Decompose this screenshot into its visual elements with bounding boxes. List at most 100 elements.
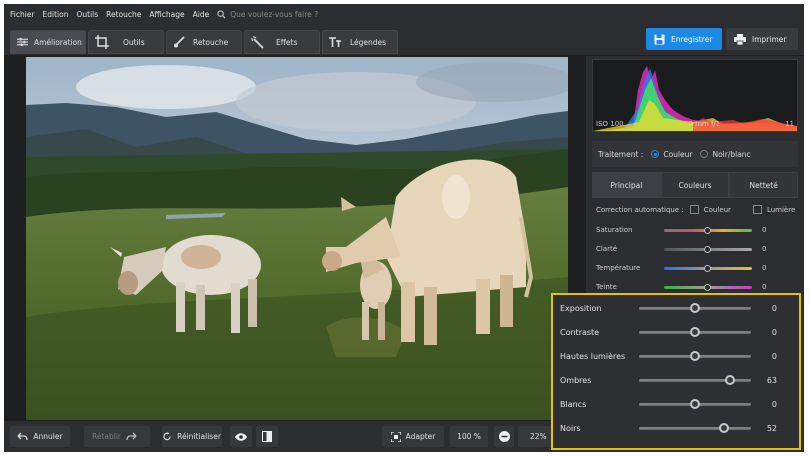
menu-fichier[interactable]: Fichier	[10, 10, 35, 19]
exif-iso: ISO 100	[596, 120, 624, 128]
ombres-knob[interactable]	[725, 375, 736, 385]
redo-label: Rétablir	[91, 432, 122, 441]
traitement-row: Traitement : Couleur Noir/blanc	[592, 141, 798, 167]
print-button-label: Imprimer	[752, 34, 787, 44]
exif-lens: 0 mm f/1	[688, 120, 721, 128]
ombres-label: Ombres	[560, 375, 592, 385]
blancs-slider[interactable]: Blancs 0	[553, 394, 799, 414]
menu-edition[interactable]: Edition	[43, 10, 69, 19]
undo-label: Annuler	[33, 432, 63, 441]
tab-effets[interactable]: Effets	[244, 30, 320, 54]
search-box[interactable]: Que voulez-vous faire ?	[217, 10, 318, 19]
compare-icon	[262, 431, 272, 442]
temperature-slider[interactable]: Température 0	[596, 261, 796, 275]
teinte-label: Teinte	[596, 283, 617, 291]
radio-noir-blanc[interactable]	[700, 150, 709, 158]
reset-button[interactable]: Réinitialiser	[162, 426, 222, 447]
temperature-knob[interactable]	[704, 264, 711, 272]
hautes-lumieres-knob[interactable]	[690, 351, 700, 361]
tab-couleurs[interactable]: Couleurs	[660, 172, 730, 198]
zoom-100-label: 100 %	[457, 432, 481, 441]
exposition-label: Exposition	[560, 303, 602, 313]
temperature-value: 0	[762, 264, 767, 272]
auto-lumiere-checkbox[interactable]	[752, 205, 762, 214]
print-button[interactable]: Imprimer	[726, 28, 798, 50]
reset-icon	[163, 432, 171, 441]
tab-retouche[interactable]: Retouche	[166, 30, 242, 54]
hautes-lumieres-label: Hautes lumières	[560, 351, 626, 361]
undo-button[interactable]: Annuler	[10, 426, 70, 447]
menu-bar: Fichier Edition Outils Retouche Affichag…	[4, 4, 804, 24]
saturation-value: 0	[762, 226, 767, 234]
eye-icon	[235, 432, 247, 441]
photo-cows-in-mountain-meadow[interactable]	[26, 57, 568, 420]
radio-couleur[interactable]	[651, 150, 660, 158]
light-adjustments-popup: Exposition 0 Contraste 0 Hautes lumières…	[551, 293, 801, 450]
contraste-value: 0	[771, 327, 777, 337]
minus-circle-icon	[498, 431, 510, 442]
brush-icon	[174, 36, 185, 48]
auto-correction-row: Correction automatique : Couleur Lumière	[596, 205, 802, 214]
saturation-knob[interactable]	[704, 226, 711, 234]
save-button[interactable]: Enregistrer	[646, 28, 722, 50]
menu-retouche[interactable]: Retouche	[106, 10, 141, 19]
exposition-value: 0	[771, 303, 777, 313]
fit-screen-icon	[390, 431, 401, 442]
clarte-value: 0	[762, 245, 767, 253]
exposition-knob[interactable]	[690, 303, 700, 313]
noirs-slider[interactable]: Noirs 52	[553, 418, 799, 438]
crop-icon	[95, 35, 109, 49]
image-canvas[interactable]	[4, 56, 586, 421]
sliders-icon	[17, 37, 28, 47]
fit-label: Adapter	[405, 432, 436, 441]
zoom-out-button[interactable]	[494, 426, 514, 447]
saturation-slider[interactable]: Saturation 0	[596, 223, 796, 237]
noirs-knob[interactable]	[719, 423, 730, 433]
teinte-knob[interactable]	[704, 283, 711, 291]
saturation-label: Saturation	[596, 226, 633, 234]
tab-effets-label: Effets	[276, 37, 298, 47]
contraste-slider[interactable]: Contraste 0	[553, 322, 799, 342]
auto-couleur-label: Couleur	[703, 205, 731, 214]
adjust-tabs: Principal Couleurs Netteté	[592, 172, 799, 198]
noirs-label: Noirs	[560, 423, 581, 433]
compare-button[interactable]	[256, 426, 278, 447]
menu-aide[interactable]: Aide	[193, 10, 210, 19]
blancs-knob[interactable]	[690, 399, 700, 409]
teinte-slider[interactable]: Teinte 0	[596, 280, 796, 294]
clarte-slider[interactable]: Clarté 0	[596, 242, 796, 256]
bottom-toolbar: Annuler Rétablir Réinitialiser Adapter 1…	[4, 421, 586, 452]
exif-shutter: 11	[785, 120, 794, 128]
clarte-knob[interactable]	[704, 245, 711, 253]
clarte-label: Clarté	[596, 245, 618, 253]
tab-nettete[interactable]: Netteté	[729, 172, 799, 198]
preview-button[interactable]	[230, 426, 252, 447]
ombres-slider[interactable]: Ombres 63	[553, 370, 799, 390]
text-icon	[329, 36, 341, 47]
tab-outils[interactable]: Outils	[88, 30, 164, 54]
zoom-100-button[interactable]: 100 %	[450, 426, 488, 447]
tab-principal[interactable]: Principal	[592, 172, 661, 198]
exposition-slider[interactable]: Exposition 0	[553, 298, 799, 318]
menu-affichage[interactable]: Affichage	[149, 10, 184, 19]
tab-legendes-label: Légendes	[350, 37, 387, 47]
contraste-knob[interactable]	[690, 327, 700, 337]
tab-retouche-label: Retouche	[193, 37, 229, 47]
redo-button[interactable]: Rétablir	[84, 426, 150, 447]
blancs-value: 0	[771, 399, 777, 409]
tab-legendes[interactable]: Légendes	[322, 30, 398, 54]
printer-icon	[734, 33, 746, 45]
floppy-disk-icon	[654, 34, 665, 44]
fit-button[interactable]: Adapter	[382, 426, 444, 447]
tab-amelioration[interactable]: Amélioration	[10, 30, 86, 54]
reset-label: Réinitialiser	[177, 432, 221, 441]
ombres-value: 63	[766, 375, 777, 385]
exif-info: ISO 100 0 mm f/1 11	[592, 120, 798, 128]
noirs-track[interactable]	[639, 427, 751, 430]
auto-correction-label: Correction automatique :	[596, 205, 684, 214]
hautes-lumieres-value: 0	[771, 351, 777, 361]
auto-couleur-checkbox[interactable]	[689, 205, 699, 214]
teinte-value: 0	[762, 283, 767, 291]
hautes-lumieres-slider[interactable]: Hautes lumières 0	[553, 346, 799, 366]
menu-outils[interactable]: Outils	[76, 10, 98, 19]
